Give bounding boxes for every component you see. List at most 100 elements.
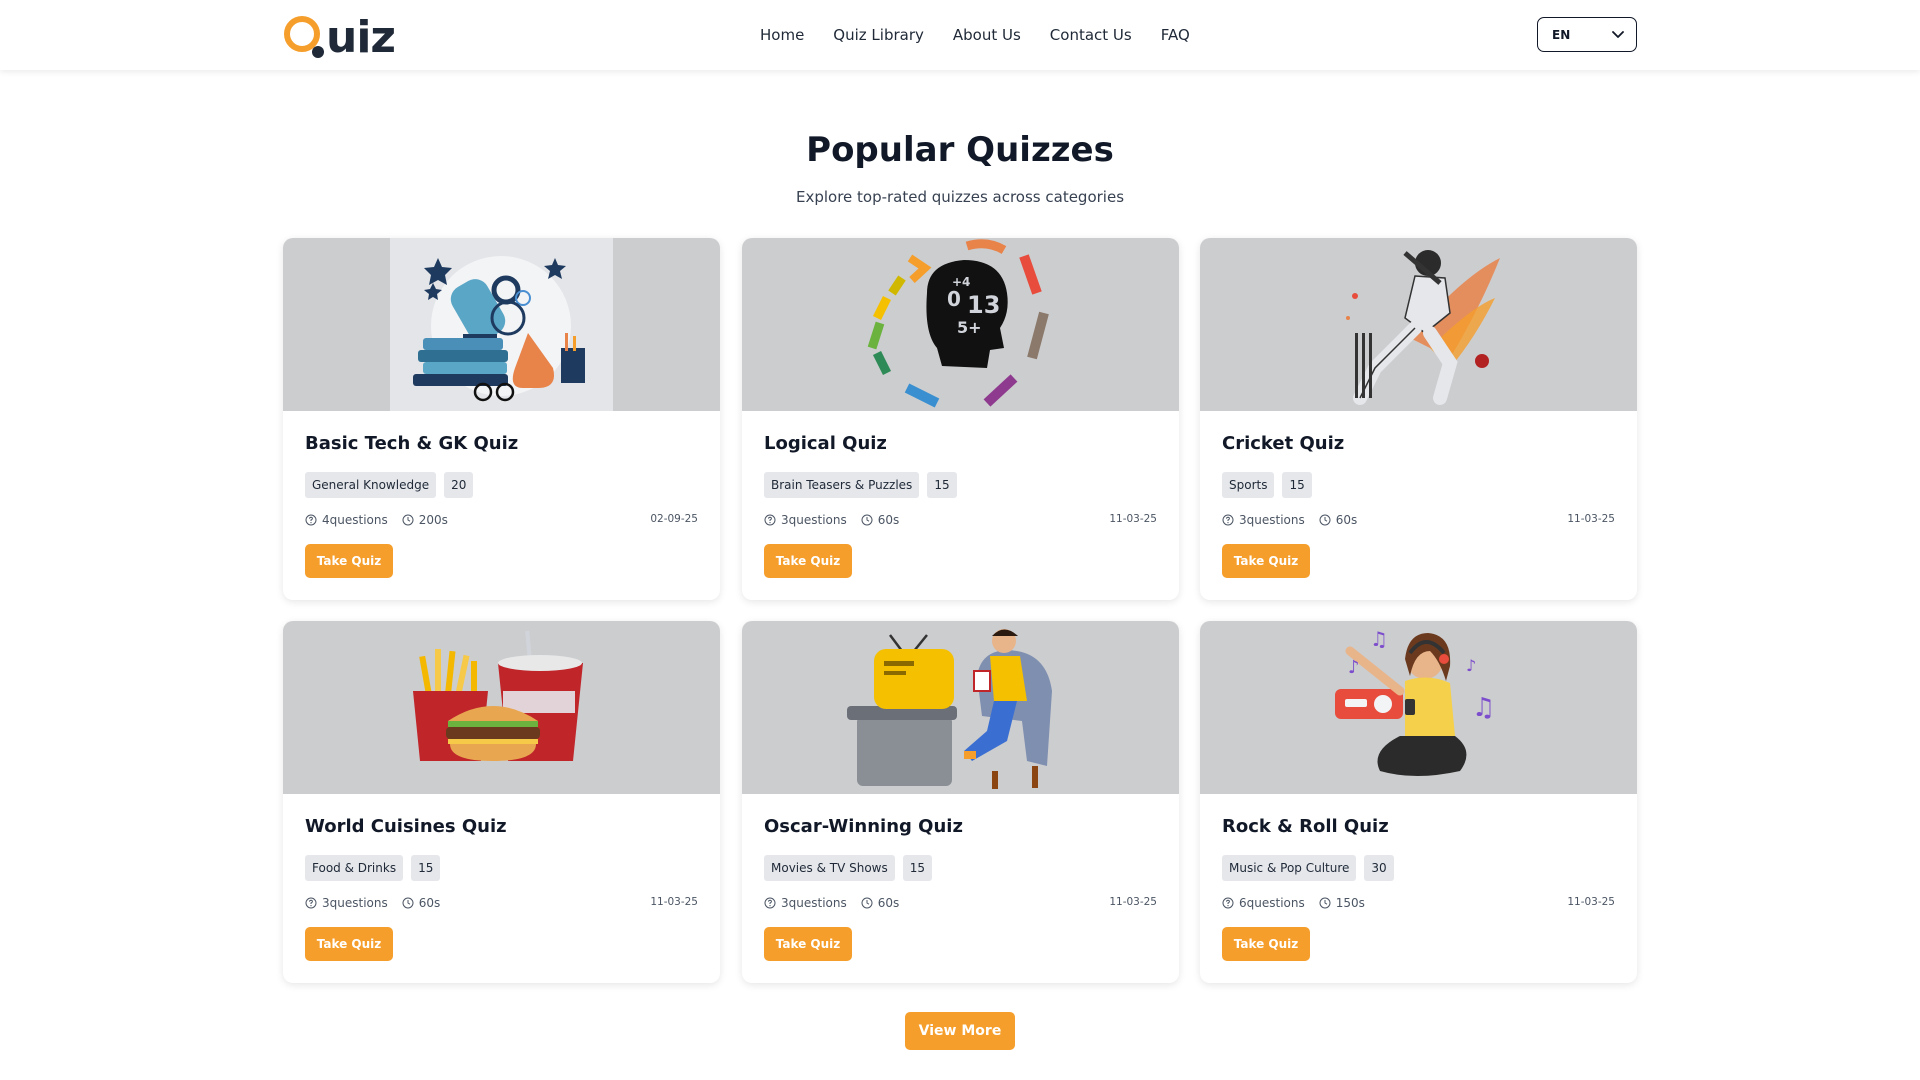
take-quiz-button[interactable]: Take Quiz (305, 544, 393, 578)
category-badge: Brain Teasers & Puzzles (764, 472, 920, 498)
clock-icon (861, 514, 873, 526)
time-limit: 150s (1335, 896, 1365, 910)
category-badge: Music & Pop Culture (1222, 855, 1357, 881)
quiz-meta: 4questions 200s (305, 513, 448, 527)
quiz-date: 11-03-25 (1109, 896, 1157, 908)
category-badge: Movies & TV Shows (764, 855, 895, 881)
svg-text:+4: +4 (952, 275, 970, 289)
take-quiz-button[interactable]: Take Quiz (305, 927, 393, 961)
quiz-image-music: ♫ ♪ ♫ ♪ (1200, 621, 1637, 794)
time-limit: 60s (877, 896, 900, 910)
quiz-card: World Cuisines Quiz Food & Drinks 15 3qu… (283, 621, 720, 983)
time-limit: 200s (418, 513, 448, 527)
nav-quiz-library[interactable]: Quiz Library (833, 26, 924, 44)
quiz-title: Oscar-Winning Quiz (764, 816, 963, 837)
count-badge: 15 (902, 855, 933, 881)
page-subtitle: Explore top-rated quizzes across categor… (795, 188, 1125, 206)
quiz-card: ♫ ♪ ♫ ♪ Rock & Roll Quiz Music & Pop Cul… (1200, 621, 1637, 983)
quiz-tags: Sports 15 (1222, 472, 1312, 498)
quiz-card: 0 13 5+ +4 Logical Quiz Brain Teasers & … (742, 238, 1179, 600)
page-title: Popular Quizzes (806, 130, 1114, 170)
nav-home[interactable]: Home (760, 26, 804, 44)
quiz-title: Cricket Quiz (1222, 433, 1345, 454)
time-limit: 60s (418, 896, 441, 910)
language-select[interactable]: EN (1537, 17, 1637, 52)
clock-icon (402, 514, 414, 526)
question-circle-icon (305, 897, 317, 909)
quiz-tags: Food & Drinks 15 (305, 855, 441, 881)
svg-text:♫: ♫ (1472, 693, 1495, 723)
svg-text:♪: ♪ (1466, 656, 1476, 675)
svg-text:5+: 5+ (957, 318, 982, 337)
nav-about-us[interactable]: About Us (953, 26, 1021, 44)
svg-text:♪: ♪ (1348, 657, 1360, 678)
quiz-card: Basic Tech & GK Quiz General Knowledge 2… (283, 238, 720, 600)
svg-text:0: 0 (947, 287, 961, 311)
count-badge: 15 (411, 855, 441, 881)
question-count: 6questions (1239, 896, 1305, 910)
quiz-date: 11-03-25 (1567, 513, 1615, 525)
clock-icon (402, 897, 414, 909)
quiz-image-cricket (1200, 238, 1637, 411)
quiz-title: World Cuisines Quiz (305, 816, 507, 837)
logo-text: uiz (326, 12, 396, 63)
category-badge: Sports (1222, 472, 1275, 498)
question-count: 3questions (781, 513, 847, 527)
take-quiz-button[interactable]: Take Quiz (1222, 927, 1310, 961)
clock-icon (861, 897, 873, 909)
svg-text:13: 13 (967, 291, 1000, 319)
logo-q-icon (284, 16, 324, 58)
quiz-date: 11-03-25 (1567, 896, 1615, 908)
quiz-meta: 6questions 150s (1222, 896, 1365, 910)
quiz-image-logic: 0 13 5+ +4 (742, 238, 1179, 411)
quiz-card: Oscar-Winning Quiz Movies & TV Shows 15 … (742, 621, 1179, 983)
quiz-image-science (283, 238, 720, 411)
question-count: 3questions (781, 896, 847, 910)
quiz-date: 02-09-25 (650, 513, 698, 525)
quiz-title: Rock & Roll Quiz (1222, 816, 1389, 837)
count-badge: 15 (927, 472, 957, 498)
view-more-button[interactable]: View More (905, 1012, 1015, 1050)
quiz-tags: Movies & TV Shows 15 (764, 855, 933, 881)
question-circle-icon (764, 897, 776, 909)
site-header: uiz Home Quiz Library About Us Contact U… (0, 0, 1920, 70)
logo[interactable]: uiz (282, 10, 396, 63)
time-limit: 60s (1335, 513, 1358, 527)
quiz-date: 11-03-25 (650, 896, 698, 908)
main-nav: Home Quiz Library About Us Contact Us FA… (760, 0, 1190, 70)
clock-icon (1319, 897, 1331, 909)
question-count: 3questions (1239, 513, 1305, 527)
clock-icon (1319, 514, 1331, 526)
nav-faq[interactable]: FAQ (1161, 26, 1190, 44)
question-circle-icon (1222, 514, 1234, 526)
question-circle-icon (305, 514, 317, 526)
quiz-meta: 3questions 60s (305, 896, 440, 910)
quiz-date: 11-03-25 (1109, 513, 1157, 525)
question-count: 4questions (322, 513, 388, 527)
quiz-tags: Brain Teasers & Puzzles 15 (764, 472, 957, 498)
quiz-meta: 3questions 60s (1222, 513, 1357, 527)
category-badge: Food & Drinks (305, 855, 404, 881)
count-badge: 20 (444, 472, 474, 498)
quiz-title: Logical Quiz (764, 433, 887, 454)
quiz-image-food (283, 621, 720, 794)
question-circle-icon (764, 514, 776, 526)
quiz-image-movies (742, 621, 1179, 794)
quiz-tags: Music & Pop Culture 30 (1222, 855, 1394, 881)
nav-contact-us[interactable]: Contact Us (1050, 26, 1132, 44)
time-limit: 60s (877, 513, 900, 527)
question-circle-icon (1222, 897, 1234, 909)
chevron-down-icon (1612, 30, 1624, 38)
quiz-meta: 3questions 60s (764, 513, 899, 527)
take-quiz-button[interactable]: Take Quiz (764, 927, 852, 961)
svg-text:♫: ♫ (1370, 627, 1388, 651)
take-quiz-button[interactable]: Take Quiz (1222, 544, 1310, 578)
category-badge: General Knowledge (305, 472, 437, 498)
count-badge: 15 (1282, 472, 1312, 498)
language-value: EN (1552, 27, 1571, 42)
quiz-title: Basic Tech & GK Quiz (305, 433, 519, 454)
count-badge: 30 (1364, 855, 1394, 881)
quiz-card: Cricket Quiz Sports 15 3questions 60s 11… (1200, 238, 1637, 600)
take-quiz-button[interactable]: Take Quiz (764, 544, 852, 578)
quiz-meta: 3questions 60s (764, 896, 899, 910)
